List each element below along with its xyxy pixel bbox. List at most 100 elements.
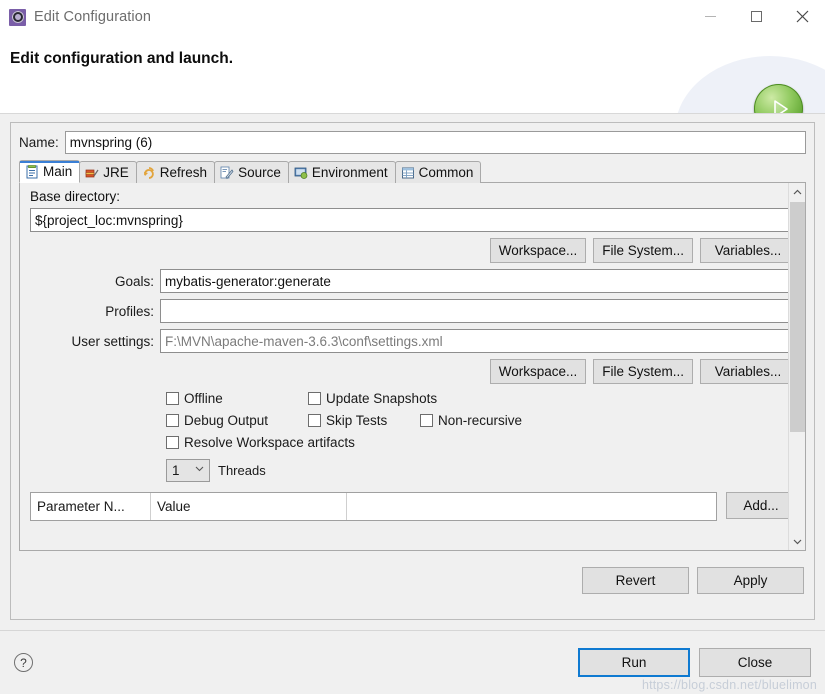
tab-common-label: Common xyxy=(418,165,474,180)
footer-buttons: Run Close xyxy=(578,648,811,677)
checkbox-box-icon xyxy=(166,414,179,427)
tab-refresh[interactable]: Refresh xyxy=(135,161,216,183)
checkbox-box-icon xyxy=(308,392,321,405)
gear-icon xyxy=(9,8,26,26)
tab-common[interactable]: Common xyxy=(394,161,482,183)
apply-bar: Revert Apply xyxy=(11,559,814,594)
threads-label: Threads xyxy=(218,463,266,478)
checkbox-skip-tests[interactable]: Skip Tests xyxy=(308,413,420,428)
goals-row: Goals: xyxy=(30,269,796,293)
checkbox-box-icon xyxy=(166,436,179,449)
window-controls xyxy=(687,0,825,32)
checkbox-update-snapshots-label: Update Snapshots xyxy=(326,391,438,406)
base-directory-input[interactable] xyxy=(30,208,796,232)
user-settings-input[interactable] xyxy=(160,329,796,353)
watermark: https://blog.csdn.net/bluelimon xyxy=(641,678,817,692)
checkbox-debug-output[interactable]: Debug Output xyxy=(166,413,308,428)
close-button-footer[interactable]: Close xyxy=(699,648,811,677)
checkbox-box-icon xyxy=(420,414,433,427)
main-tab-icon xyxy=(26,164,38,178)
tab-environment-label: Environment xyxy=(311,165,388,180)
tab-environment[interactable]: Environment xyxy=(287,161,396,183)
run-button[interactable]: Run xyxy=(578,648,690,677)
base-directory-label: Base directory: xyxy=(30,189,121,204)
user-settings-buttons: Workspace... File System... Variables... xyxy=(30,359,796,384)
refresh-tab-icon xyxy=(143,166,154,179)
checkbox-update-snapshots[interactable]: Update Snapshots xyxy=(308,391,437,406)
threads-row: 1 Threads xyxy=(30,459,796,482)
goals-label: Goals: xyxy=(114,273,154,289)
threads-stepper[interactable]: 1 xyxy=(166,459,210,482)
threads-value: 1 xyxy=(172,463,180,478)
scroll-down-button[interactable] xyxy=(789,533,805,550)
tab-main[interactable]: Main xyxy=(19,160,81,183)
title-bar: Edit Configuration xyxy=(0,0,825,34)
parameter-name-column-header: Parameter N... xyxy=(31,493,151,520)
maximize-button[interactable] xyxy=(733,0,779,32)
jre-tab-icon xyxy=(85,169,99,177)
variables-button-bottom[interactable]: Variables... xyxy=(700,359,796,384)
revert-button[interactable]: Revert xyxy=(582,567,689,594)
workspace-button-bottom[interactable]: Workspace... xyxy=(489,359,587,384)
checkbox-row-3: Resolve Workspace artifacts xyxy=(30,435,796,450)
close-icon xyxy=(796,10,808,22)
variables-button-top[interactable]: Variables... xyxy=(700,238,796,263)
parameter-table[interactable]: Parameter N... Value xyxy=(30,492,717,521)
configuration-frame: Name: Main xyxy=(10,122,815,620)
name-row: Name: xyxy=(11,123,814,160)
tab-refresh-label: Refresh xyxy=(159,165,208,180)
environment-tab-icon xyxy=(294,167,308,179)
checkbox-row-1: Offline Update Snapshots xyxy=(30,391,796,406)
chevron-up-icon xyxy=(793,189,802,194)
goals-input[interactable] xyxy=(160,269,796,293)
checkbox-resolve-workspace-artifacts-label: Resolve Workspace artifacts xyxy=(184,435,355,450)
file-system-button-bottom[interactable]: File System... xyxy=(593,359,693,384)
scrollbar-thumb[interactable] xyxy=(790,202,805,432)
tab-main-label: Main xyxy=(43,164,73,179)
tab-bar: Main JRE Refresh Source Environment Comm… xyxy=(19,160,806,183)
value-column-header: Value xyxy=(151,493,347,520)
profiles-row: Profiles: xyxy=(30,299,796,323)
tab-source[interactable]: Source xyxy=(214,161,289,183)
page-title: Edit configuration and launch. xyxy=(10,50,234,67)
header-band: Edit configuration and launch. xyxy=(0,34,825,114)
main-tab-content: Base directory: Workspace... File System… xyxy=(20,183,805,521)
workspace-button-top[interactable]: Workspace... xyxy=(489,238,587,263)
name-label: Name: xyxy=(19,135,59,150)
empty-column-header xyxy=(347,493,716,520)
help-glyph: ? xyxy=(20,655,27,670)
main-tab-panel: Base directory: Workspace... File System… xyxy=(19,183,806,551)
scroll-up-button[interactable] xyxy=(789,183,805,200)
chevron-down-icon xyxy=(793,539,802,544)
window-title: Edit Configuration xyxy=(34,9,152,25)
checkbox-box-icon xyxy=(308,414,321,427)
checkbox-skip-tests-label: Skip Tests xyxy=(326,413,388,428)
file-system-button-top[interactable]: File System... xyxy=(593,238,693,263)
name-input[interactable] xyxy=(64,131,806,154)
checkbox-resolve-workspace-artifacts[interactable]: Resolve Workspace artifacts xyxy=(166,435,355,450)
dialog-body: Name: Main xyxy=(0,114,825,630)
profiles-input[interactable] xyxy=(160,299,796,323)
tab-jre-label: JRE xyxy=(103,165,129,180)
base-directory-buttons: Workspace... File System... Variables... xyxy=(30,238,796,263)
dialog-footer: ? Run Close https://blog.csdn.net/blueli… xyxy=(0,630,825,694)
help-icon[interactable]: ? xyxy=(14,653,33,672)
checkbox-offline[interactable]: Offline xyxy=(166,391,308,406)
close-button[interactable] xyxy=(779,0,825,32)
edit-configuration-dialog: Edit Configuration Edit configuration an… xyxy=(0,0,825,694)
panel-scrollbar[interactable] xyxy=(788,183,805,550)
chevron-down-icon xyxy=(195,466,204,472)
minimize-icon xyxy=(704,15,716,17)
parameter-table-row: Parameter N... Value Add... xyxy=(30,492,796,521)
checkbox-box-icon xyxy=(166,392,179,405)
add-parameter-button[interactable]: Add... xyxy=(726,492,796,519)
source-tab-icon xyxy=(220,166,234,179)
apply-button[interactable]: Apply xyxy=(697,567,804,594)
user-settings-label: User settings: xyxy=(71,333,154,349)
tab-jre[interactable]: JRE xyxy=(79,161,137,183)
profiles-label: Profiles: xyxy=(105,303,154,319)
user-settings-row: User settings: xyxy=(30,329,796,353)
checkbox-non-recursive[interactable]: Non-recursive xyxy=(420,413,522,428)
maximize-icon xyxy=(750,10,762,22)
minimize-button[interactable] xyxy=(687,0,733,32)
